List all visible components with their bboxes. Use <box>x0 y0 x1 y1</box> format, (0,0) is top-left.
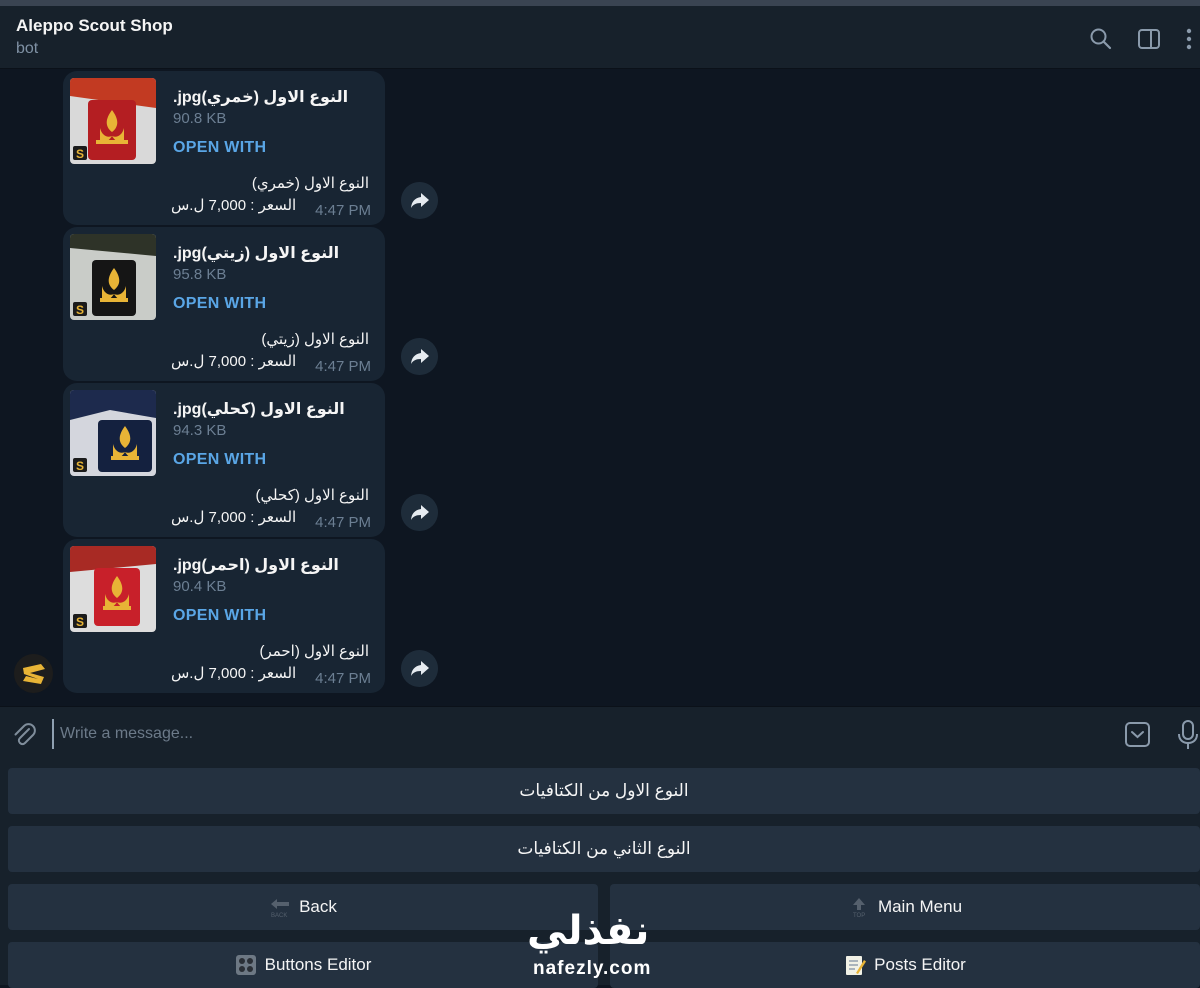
sidebar-toggle-icon[interactable] <box>1136 26 1162 52</box>
message-time: 4:47 PM <box>315 514 371 531</box>
watermark-latin: nafezly.com <box>533 958 652 979</box>
file-size: 90.4 KB <box>173 578 227 595</box>
message-time: 4:47 PM <box>315 670 371 687</box>
forward-icon[interactable] <box>401 650 438 687</box>
svg-text:BACK: BACK <box>271 913 287 918</box>
caption-price: السعر : 7,000 ل.س <box>171 197 297 214</box>
message-bubble[interactable]: S .jpgالنوع الاول (كحلي) 94.3 KB OPEN WI… <box>63 383 385 537</box>
svg-text:S: S <box>76 147 84 161</box>
file-thumbnail[interactable]: S <box>70 78 156 164</box>
svg-text:TOP: TOP <box>853 913 865 918</box>
svg-text:S: S <box>76 615 84 629</box>
message-composer <box>0 706 1200 762</box>
keyboard-button-label: Main Menu <box>877 897 963 916</box>
message-bubble[interactable]: S .jpgالنوع الاول (احمر) 90.4 KB OPEN WI… <box>63 539 385 693</box>
back-arrow-icon: BACK <box>271 899 290 918</box>
forward-icon[interactable] <box>401 338 438 375</box>
keyboard-button-label: Back <box>299 897 337 916</box>
search-icon[interactable] <box>1088 26 1114 52</box>
more-menu-icon[interactable] <box>1176 26 1200 52</box>
paperclip-icon[interactable] <box>10 721 38 749</box>
back-button[interactable]: BACK Back <box>8 884 598 930</box>
file-size: 90.8 KB <box>173 110 227 127</box>
bot-avatar[interactable] <box>14 654 53 693</box>
forward-icon[interactable] <box>401 494 438 531</box>
forward-icon[interactable] <box>401 182 438 219</box>
open-with-link[interactable]: OPEN WITH <box>173 607 266 625</box>
file-size: 95.8 KB <box>173 266 227 283</box>
svg-text:S: S <box>76 459 84 473</box>
keyboard-button-label: Buttons Editor <box>264 955 372 974</box>
message-input[interactable] <box>52 719 1092 749</box>
keyboard-button-type2[interactable]: النوع الثاني من الكتافيات <box>8 826 1200 872</box>
chat-header[interactable]: Aleppo Scout Shop bot <box>0 6 1200 69</box>
keyboard-button-label: Posts Editor <box>874 955 966 974</box>
file-thumbnail[interactable]: S <box>70 234 156 320</box>
watermark-arabic: نفذلي <box>527 908 650 954</box>
file-thumbnail[interactable]: S <box>70 546 156 632</box>
memo-icon <box>846 956 867 975</box>
svg-text:S: S <box>76 303 84 317</box>
keyboard-button-label: النوع الثاني من الكتافيات <box>517 839 691 858</box>
keyboard-button-type1[interactable]: النوع الاول من الكتافيات <box>8 768 1200 814</box>
chat-title[interactable]: Aleppo Scout Shop <box>16 16 173 36</box>
keyboard-button-label: النوع الاول من الكتافيات <box>519 781 689 800</box>
chat-subtitle: bot <box>16 40 39 57</box>
file-size: 94.3 KB <box>173 422 227 439</box>
top-arrow-icon: TOP <box>852 898 865 918</box>
open-with-link[interactable]: OPEN WITH <box>173 295 266 313</box>
caption-price: السعر : 7,000 ل.س <box>171 665 297 682</box>
watermark-logo: نفذلي nafezly.com <box>525 900 675 985</box>
caption-title: النوع الاول (خمري) <box>251 175 369 192</box>
message-time: 4:47 PM <box>315 202 371 219</box>
caption-title: النوع الاول (احمر) <box>259 643 369 660</box>
message-bubble[interactable]: S .jpgالنوع الاول (زيتي) 95.8 KB OPEN WI… <box>63 227 385 381</box>
control-knobs-icon <box>235 955 256 975</box>
caption-price: السعر : 7,000 ل.س <box>171 353 297 370</box>
file-name[interactable]: .jpgالنوع الاول (كحلي) <box>173 399 345 419</box>
open-with-link[interactable]: OPEN WITH <box>173 451 266 469</box>
message-bubble[interactable]: S .jpgالنوع الاول (خمري) 90.8 KB OPEN WI… <box>63 71 385 225</box>
posts-editor-button[interactable]: Posts Editor <box>610 942 1200 988</box>
buttons-editor-button[interactable]: Buttons Editor <box>8 942 598 988</box>
message-list[interactable]: S .jpgالنوع الاول (خمري) 90.8 KB OPEN WI… <box>0 70 1200 706</box>
file-name[interactable]: .jpgالنوع الاول (زيتي) <box>173 243 339 263</box>
file-name[interactable]: .jpgالنوع الاول (خمري) <box>173 87 348 107</box>
file-name[interactable]: .jpgالنوع الاول (احمر) <box>173 555 339 575</box>
bot-keyboard-icon[interactable] <box>1124 721 1151 748</box>
message-time: 4:47 PM <box>315 358 371 375</box>
caption-price: السعر : 7,000 ل.س <box>171 509 297 526</box>
caption-title: النوع الاول (زيتي) <box>261 331 369 348</box>
microphone-icon[interactable] <box>1176 719 1200 751</box>
caption-title: النوع الاول (كحلي) <box>255 487 369 504</box>
main-menu-button[interactable]: TOP Main Menu <box>610 884 1200 930</box>
open-with-link[interactable]: OPEN WITH <box>173 139 266 157</box>
file-thumbnail[interactable]: S <box>70 390 156 476</box>
